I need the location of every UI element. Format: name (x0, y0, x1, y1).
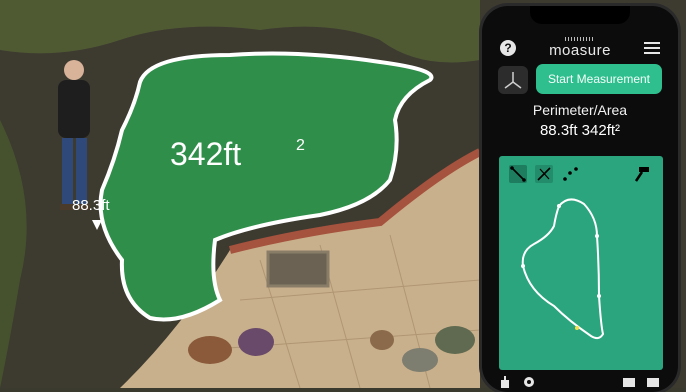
folder-icon[interactable] (622, 376, 636, 388)
measurement-map-panel (499, 156, 663, 370)
start-measurement-button[interactable]: Start Measurement (536, 64, 662, 94)
perimeter-label: 88.3ft (72, 197, 110, 214)
area-label: 342ft (170, 136, 241, 172)
phone-notch (530, 6, 630, 24)
result-title: Perimeter/Area (532, 102, 628, 118)
menu-icon[interactable] (644, 42, 660, 54)
export-icon[interactable] (498, 376, 512, 388)
drain-cover (266, 250, 330, 288)
plant-pot (402, 348, 438, 372)
perimeter-trace (521, 198, 605, 340)
axis-button[interactable] (498, 66, 528, 94)
plant-pot (370, 330, 394, 350)
settings-icon[interactable] (522, 376, 536, 388)
logo-mark (565, 37, 595, 41)
plant-pot (435, 326, 475, 354)
folder-icon[interactable] (646, 376, 660, 388)
result-value: 88.3ft 342ft² (539, 122, 621, 139)
area-superscript: 2 (296, 137, 305, 154)
plant-pot (238, 328, 274, 356)
plant-pot (188, 336, 232, 364)
phone-screen: ? moasure Start Measurement Perimeter/Ar… (482, 6, 678, 392)
axis-icon (504, 72, 522, 89)
